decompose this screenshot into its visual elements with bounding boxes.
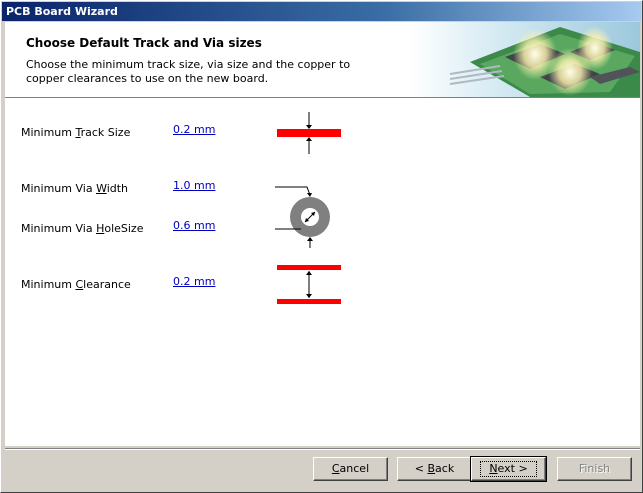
page-subtitle: Choose the minimum track size, via size … xyxy=(26,58,351,85)
dimension-diagrams xyxy=(275,112,341,304)
next-button[interactable]: Next > xyxy=(470,456,547,482)
clearance-diagram xyxy=(277,265,341,304)
finish-button[interactable]: Finish xyxy=(557,457,632,481)
wizard-header: Choose Default Track and Via sizes Choos… xyxy=(5,22,640,98)
pcb-header-image xyxy=(410,22,640,97)
via-diagram xyxy=(275,186,330,248)
back-button[interactable]: < Back xyxy=(397,457,472,481)
wizard-window: PCB Board Wizard Choose Default Track an… xyxy=(0,0,643,493)
button-separator xyxy=(5,448,640,450)
page-title: Choose Default Track and Via sizes xyxy=(26,36,262,50)
track-size-diagram xyxy=(277,112,341,154)
cancel-button[interactable]: Cancel xyxy=(313,457,388,481)
title-bar[interactable]: PCB Board Wizard xyxy=(2,2,641,21)
settings-panel: Minimum Track Size 0.2 mm Minimum Via Wi… xyxy=(5,98,640,446)
